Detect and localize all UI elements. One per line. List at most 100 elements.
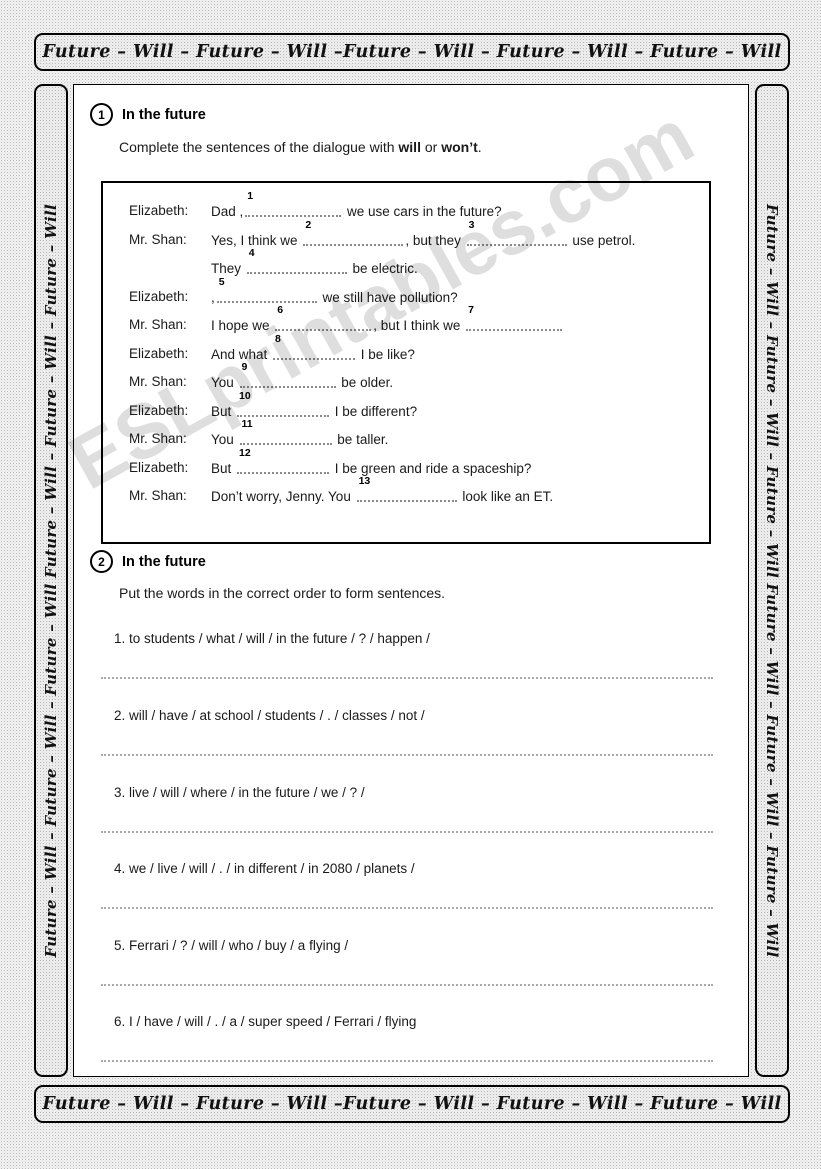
- blank-number: 8: [275, 332, 281, 345]
- answer-blank-3[interactable]: 3: [466, 219, 567, 246]
- blank-number: 6: [277, 304, 284, 316]
- answer-blank-2[interactable]: 2: [303, 219, 404, 246]
- dialogue-line: Mr. Shan: Yes, I think we 2 , but they 3 …: [103, 219, 709, 248]
- blank-number: 2: [305, 218, 312, 231]
- answer-blank-11[interactable]: 11: [239, 419, 332, 445]
- top-banner-text: Future – Will – Future – Will –Future – …: [42, 42, 782, 62]
- utterance-post: be older.: [337, 375, 394, 390]
- utterance-pre: Dad ,: [211, 204, 244, 219]
- dialogue-line: Mr. Shan: You 11 be taller.: [103, 419, 709, 447]
- content-sheet: 1 In the future Complete the sentences o…: [73, 84, 749, 1077]
- worksheet-page: Future – Will – Future – Will –Future – …: [0, 0, 821, 1169]
- blank-number: 1: [247, 190, 254, 202]
- answer-blank-9[interactable]: 9: [239, 362, 336, 388]
- order-item-6: 6. I / have / will / . / a / super speed…: [114, 1014, 417, 1029]
- utterance-post: we still have pollution?: [318, 289, 458, 305]
- utterance-pre: I hope we: [211, 318, 274, 333]
- answer-blank-8[interactable]: 8: [273, 333, 356, 360]
- speaker-label: Mr. Shan:: [129, 317, 187, 332]
- speaker-label: Mr. Shan:: [129, 488, 187, 503]
- answer-blank-6[interactable]: 6: [275, 305, 372, 331]
- order-item-2: 2. will / have / at school / students / …: [114, 708, 425, 723]
- utterance-pre: Yes, I think we: [211, 232, 302, 248]
- exercise-1-number: 1: [90, 103, 113, 126]
- utterance: Don’t worry, Jenny. You 13 look like an …: [211, 476, 709, 504]
- dialogue-line: They 4 be electric.: [103, 248, 709, 276]
- dialogue-line: Elizabeth: But 12 I be green and ride a …: [103, 447, 709, 476]
- utterance-pre: You: [211, 432, 238, 447]
- order-item-4: 4. we / live / will / . / in different /…: [114, 861, 415, 876]
- exercise-2-number: 2: [90, 550, 113, 573]
- utterance: And what 8 I be like?: [211, 333, 709, 362]
- answer-blank-7[interactable]: 7: [466, 305, 563, 331]
- utterance-post: be electric.: [348, 261, 418, 276]
- exercise-2-instruction: Put the words in the correct order to fo…: [119, 585, 446, 601]
- speaker-label: Elizabeth:: [129, 459, 189, 475]
- utterance-post: we use cars in the future?: [343, 204, 502, 219]
- utterance-post: I be like?: [357, 346, 415, 362]
- speaker-label: Mr. Shan:: [129, 374, 187, 389]
- left-banner-text: Future – Will – Future – Will – Future –…: [42, 203, 60, 958]
- exercise-2-title: In the future: [122, 553, 206, 570]
- answer-blank-12[interactable]: 12: [237, 447, 330, 474]
- blank-number: 5: [218, 275, 225, 288]
- order-item-3: 3. live / will / where / in the future /…: [114, 785, 365, 800]
- blank-number: 9: [241, 361, 248, 373]
- dialogue-line: Mr. Shan: I hope we 6 , but I think we 7: [103, 305, 709, 333]
- answer-rule-2[interactable]: [101, 754, 713, 756]
- utterance: ,5 we still have pollution?: [211, 276, 709, 305]
- speaker-label: Elizabeth:: [129, 288, 189, 304]
- utterance-pre: But: [211, 460, 236, 476]
- utterance-pre: You: [211, 375, 238, 390]
- blank-number: 10: [239, 389, 251, 402]
- utterance: I hope we 6 , but I think we 7: [211, 305, 709, 333]
- utterance-post: use petrol.: [568, 232, 636, 248]
- answer-blank-4[interactable]: 4: [246, 248, 347, 274]
- dialogue-box: Elizabeth: Dad ,1 we use cars in the fut…: [101, 181, 711, 544]
- dialogue-line: Elizabeth: But 10 I be different?: [103, 390, 709, 419]
- speaker-label: Elizabeth:: [129, 203, 189, 218]
- utterance: Yes, I think we 2 , but they 3 use petrol…: [211, 219, 709, 248]
- answer-blank-5[interactable]: 5: [216, 276, 317, 303]
- utterance-mid: , but I think we: [373, 318, 465, 333]
- answer-rule-5[interactable]: [101, 984, 713, 986]
- utterance-pre: ,: [211, 289, 215, 305]
- blank-number: 7: [468, 304, 474, 316]
- order-item-1: 1. to students / what / will / in the fu…: [114, 631, 430, 646]
- utterance-pre: They: [211, 261, 245, 276]
- utterance-pre: And what: [211, 346, 272, 362]
- utterance-pre: Don’t worry, Jenny. You: [211, 489, 355, 504]
- blank-number: 13: [358, 475, 371, 487]
- left-banner: Future – Will – Future – Will – Future –…: [34, 84, 68, 1077]
- instruction-text-3: .: [477, 139, 482, 155]
- right-banner-text: Future – Will – Future – Will – Future –…: [763, 203, 781, 958]
- utterance: You 9 be older.: [211, 362, 709, 390]
- utterance-post: I be green and ride a spaceship?: [331, 460, 532, 476]
- answer-rule-4[interactable]: [101, 907, 713, 909]
- utterance-mid: , but they: [405, 232, 465, 248]
- answer-blank-13[interactable]: 13: [356, 476, 457, 502]
- blank-number: 3: [468, 218, 475, 231]
- instruction-bold-will: will: [398, 139, 421, 155]
- answer-blank-10[interactable]: 10: [237, 390, 330, 417]
- utterance: You 11 be taller.: [211, 419, 709, 447]
- instruction-text-1: Complete the sentences of the dialogue w…: [119, 139, 399, 155]
- right-banner: Future – Will – Future – Will – Future –…: [755, 84, 789, 1077]
- order-item-5: 5. Ferrari / ? / will / who / buy / a fl…: [114, 938, 349, 953]
- answer-rule-1[interactable]: [101, 677, 713, 679]
- utterance: They 4 be electric.: [211, 248, 709, 276]
- dialogue-line: Mr. Shan: Don’t worry, Jenny. You 13 loo…: [103, 476, 709, 504]
- exercise-1-title: In the future: [122, 106, 206, 123]
- utterance: But 10 I be different?: [211, 390, 709, 419]
- blank-number: 4: [248, 247, 255, 259]
- exercise-1-header: 1 In the future: [90, 103, 206, 126]
- content-inner: 1 In the future Complete the sentences o…: [74, 85, 748, 1076]
- exercise-2-header: 2 In the future: [90, 550, 206, 573]
- speaker-label: Mr. Shan:: [129, 231, 187, 247]
- answer-blank-1[interactable]: 1: [245, 191, 342, 217]
- blank-number: 11: [241, 418, 253, 430]
- dialogue-line: Elizabeth: Dad ,1 we use cars in the fut…: [103, 191, 709, 219]
- answer-rule-3[interactable]: [101, 831, 713, 833]
- answer-rule-6[interactable]: [101, 1060, 713, 1062]
- dialogue-line: Elizabeth: ,5 we still have pollution?: [103, 276, 709, 305]
